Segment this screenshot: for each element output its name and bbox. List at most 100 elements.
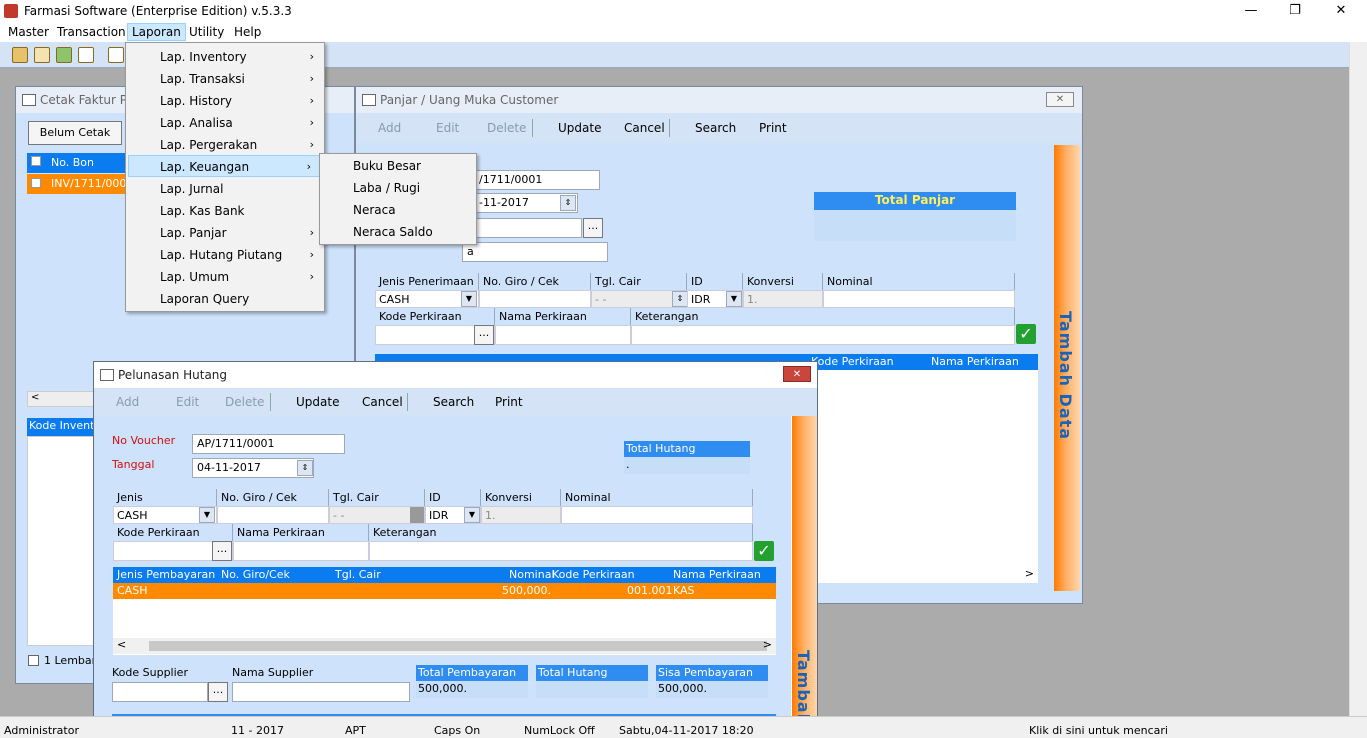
- menu-item-laporan-query[interactable]: Laporan Query: [126, 288, 324, 310]
- chevron-down-icon[interactable]: ▼: [199, 507, 215, 523]
- no-giro-input[interactable]: [217, 506, 329, 524]
- panjar-h-scroll-right[interactable]: >: [996, 567, 1038, 583]
- menu-item-label: Lap. Kas Bank: [160, 204, 245, 218]
- scroll-right-icon[interactable]: >: [763, 638, 772, 651]
- pelunasan-search-button[interactable]: Search: [433, 395, 474, 409]
- nama-supplier-input[interactable]: [232, 682, 410, 702]
- col-keterangan: Keterangan: [369, 524, 753, 541]
- kode-perkiraan-browse-button[interactable]: ...: [474, 325, 494, 345]
- panjar-keterangan-input[interactable]: [631, 325, 1015, 345]
- check-icon[interactable]: ✓: [754, 541, 774, 561]
- panjar-search-button[interactable]: Search: [695, 121, 736, 135]
- kode-supplier-input[interactable]: [112, 682, 208, 702]
- toolbar-icon-1[interactable]: [12, 47, 28, 63]
- toolbar-separator: [407, 393, 408, 411]
- panjar-browse-button[interactable]: ...: [583, 218, 603, 238]
- submenu-laba-rugi[interactable]: Laba / Rugi: [320, 177, 476, 199]
- menu-item-lap-history[interactable]: Lap. History ›: [126, 90, 324, 112]
- chevron-down-icon[interactable]: ▼: [461, 291, 477, 307]
- panjar-voucher-input[interactable]: /1711/0001: [474, 170, 600, 190]
- kode-perkiraan-browse-button[interactable]: ...: [212, 541, 232, 561]
- submenu-buku-besar[interactable]: Buku Besar: [320, 155, 476, 177]
- konversi-input[interactable]: 1.: [481, 506, 561, 524]
- chevron-down-icon[interactable]: ▼: [726, 291, 742, 307]
- panjar-update-button[interactable]: Update: [558, 121, 601, 135]
- chevron-right-icon: ›: [306, 160, 311, 173]
- toolbar-icon-5[interactable]: [108, 47, 124, 63]
- menu-master[interactable]: Master: [4, 24, 53, 40]
- panjar-cancel-button[interactable]: Cancel: [624, 121, 665, 135]
- panjar-field3[interactable]: [462, 218, 582, 238]
- pelunasan-delete-button[interactable]: Delete: [225, 395, 264, 409]
- keterangan-input[interactable]: [369, 541, 753, 561]
- chevron-right-icon: ›: [309, 50, 314, 63]
- col-tgl-cair: Tgl. Cair: [329, 489, 425, 506]
- panjar-giro-input[interactable]: [479, 290, 591, 308]
- pelunasan-add-button[interactable]: Add: [116, 395, 139, 409]
- submenu-neraca[interactable]: Neraca: [320, 199, 476, 221]
- menu-item-lap-umum[interactable]: Lap. Umum ›: [126, 266, 324, 288]
- check-icon[interactable]: ✓: [1016, 324, 1036, 344]
- chevron-down-icon[interactable]: ▼: [464, 507, 480, 523]
- list-col-giro: No. Giro/Cek: [221, 568, 290, 581]
- panjar-field4[interactable]: a: [462, 242, 608, 262]
- pelunasan-close-button[interactable]: ✕: [783, 366, 811, 382]
- status-datetime: Sabtu,04-11-2017 18:20: [619, 724, 754, 737]
- menu-item-lap-inventory[interactable]: Lap. Inventory ›: [126, 46, 324, 68]
- menu-item-lap-jurnal[interactable]: Lap. Jurnal: [126, 178, 324, 200]
- pelunasan-edit-button[interactable]: Edit: [176, 395, 199, 409]
- nama-perkiraan-input[interactable]: [233, 541, 369, 561]
- status-search-hint[interactable]: Klik di sini untuk mencari: [1029, 724, 1168, 737]
- menu-utility[interactable]: Utility: [185, 24, 228, 40]
- menu-item-lap-transaksi[interactable]: Lap. Transaksi ›: [126, 68, 324, 90]
- close-button[interactable]: ✕: [1326, 2, 1356, 20]
- tanggal-input[interactable]: 04-11-2017: [192, 458, 314, 478]
- menu-help[interactable]: Help: [230, 24, 265, 40]
- keuangan-submenu: Buku Besar Laba / Rugi Neraca Neraca Sal…: [319, 153, 477, 245]
- table-row[interactable]: CASH 500,000. 001.001 KAS: [113, 583, 776, 599]
- toolbar-icon-4[interactable]: [78, 47, 94, 63]
- menu-item-lap-hutang-piutang[interactable]: Lap. Hutang Piutang ›: [126, 244, 324, 266]
- lembar-checkbox[interactable]: [28, 655, 39, 666]
- chevron-right-icon: ›: [309, 138, 314, 151]
- panjar-add-button[interactable]: Add: [378, 121, 401, 135]
- panjar-edit-button[interactable]: Edit: [436, 121, 459, 135]
- restore-button[interactable]: ❐: [1280, 2, 1310, 20]
- panjar-konversi-input[interactable]: 1.: [743, 290, 823, 308]
- scroll-thumb[interactable]: [149, 641, 767, 651]
- toolbar-icon-2[interactable]: [34, 47, 50, 63]
- belum-cetak-button[interactable]: Belum Cetak: [28, 121, 122, 145]
- menu-laporan[interactable]: Laporan: [127, 23, 186, 41]
- pelunasan-cancel-button[interactable]: Cancel: [362, 395, 403, 409]
- toolbar-icon-3[interactable]: [56, 47, 72, 63]
- panjar-nominal-input[interactable]: [823, 290, 1015, 308]
- submenu-neraca-saldo[interactable]: Neraca Saldo: [320, 221, 476, 243]
- nominal-input[interactable]: [561, 506, 753, 524]
- select-all-checkbox[interactable]: [31, 156, 41, 166]
- tgl-cair-toggle[interactable]: [410, 507, 424, 523]
- menu-item-lap-analisa[interactable]: Lap. Analisa ›: [126, 112, 324, 134]
- panjar-delete-button[interactable]: Delete: [487, 121, 526, 135]
- faktur-row[interactable]: INV/1711/0001: [27, 174, 133, 194]
- minimize-button[interactable]: —: [1236, 2, 1266, 20]
- supplier-browse-button[interactable]: ...: [208, 682, 228, 702]
- row-checkbox[interactable]: [31, 178, 41, 188]
- no-voucher-input[interactable]: AP/1711/0001: [192, 434, 345, 454]
- menu-item-lap-keuangan[interactable]: Lap. Keuangan ›: [128, 155, 322, 177]
- date-spinner-icon[interactable]: ⇕: [672, 291, 688, 307]
- vertical-scrollbar[interactable]: [1349, 42, 1367, 716]
- date-spinner-icon[interactable]: ⇕: [297, 460, 313, 476]
- menu-item-lap-pergerakan[interactable]: Lap. Pergerakan ›: [126, 134, 324, 156]
- scroll-left-icon[interactable]: <: [117, 638, 126, 651]
- h-scrollbar[interactable]: < >: [113, 638, 776, 654]
- panjar-toolbar: Add Edit Delete Update Cancel Search Pri…: [356, 113, 1082, 143]
- menu-item-lap-kas-bank[interactable]: Lap. Kas Bank: [126, 200, 324, 222]
- menu-item-lap-panjar[interactable]: Lap. Panjar ›: [126, 222, 324, 244]
- pelunasan-print-button[interactable]: Print: [495, 395, 523, 409]
- panjar-close-button[interactable]: ✕: [1046, 92, 1074, 107]
- menu-transaction[interactable]: Transaction: [53, 24, 130, 40]
- panjar-print-button[interactable]: Print: [759, 121, 787, 135]
- panjar-nama-perkiraan-input[interactable]: [495, 325, 631, 345]
- panjar-date-spinner[interactable]: ⇕: [560, 195, 576, 211]
- pelunasan-update-button[interactable]: Update: [296, 395, 339, 409]
